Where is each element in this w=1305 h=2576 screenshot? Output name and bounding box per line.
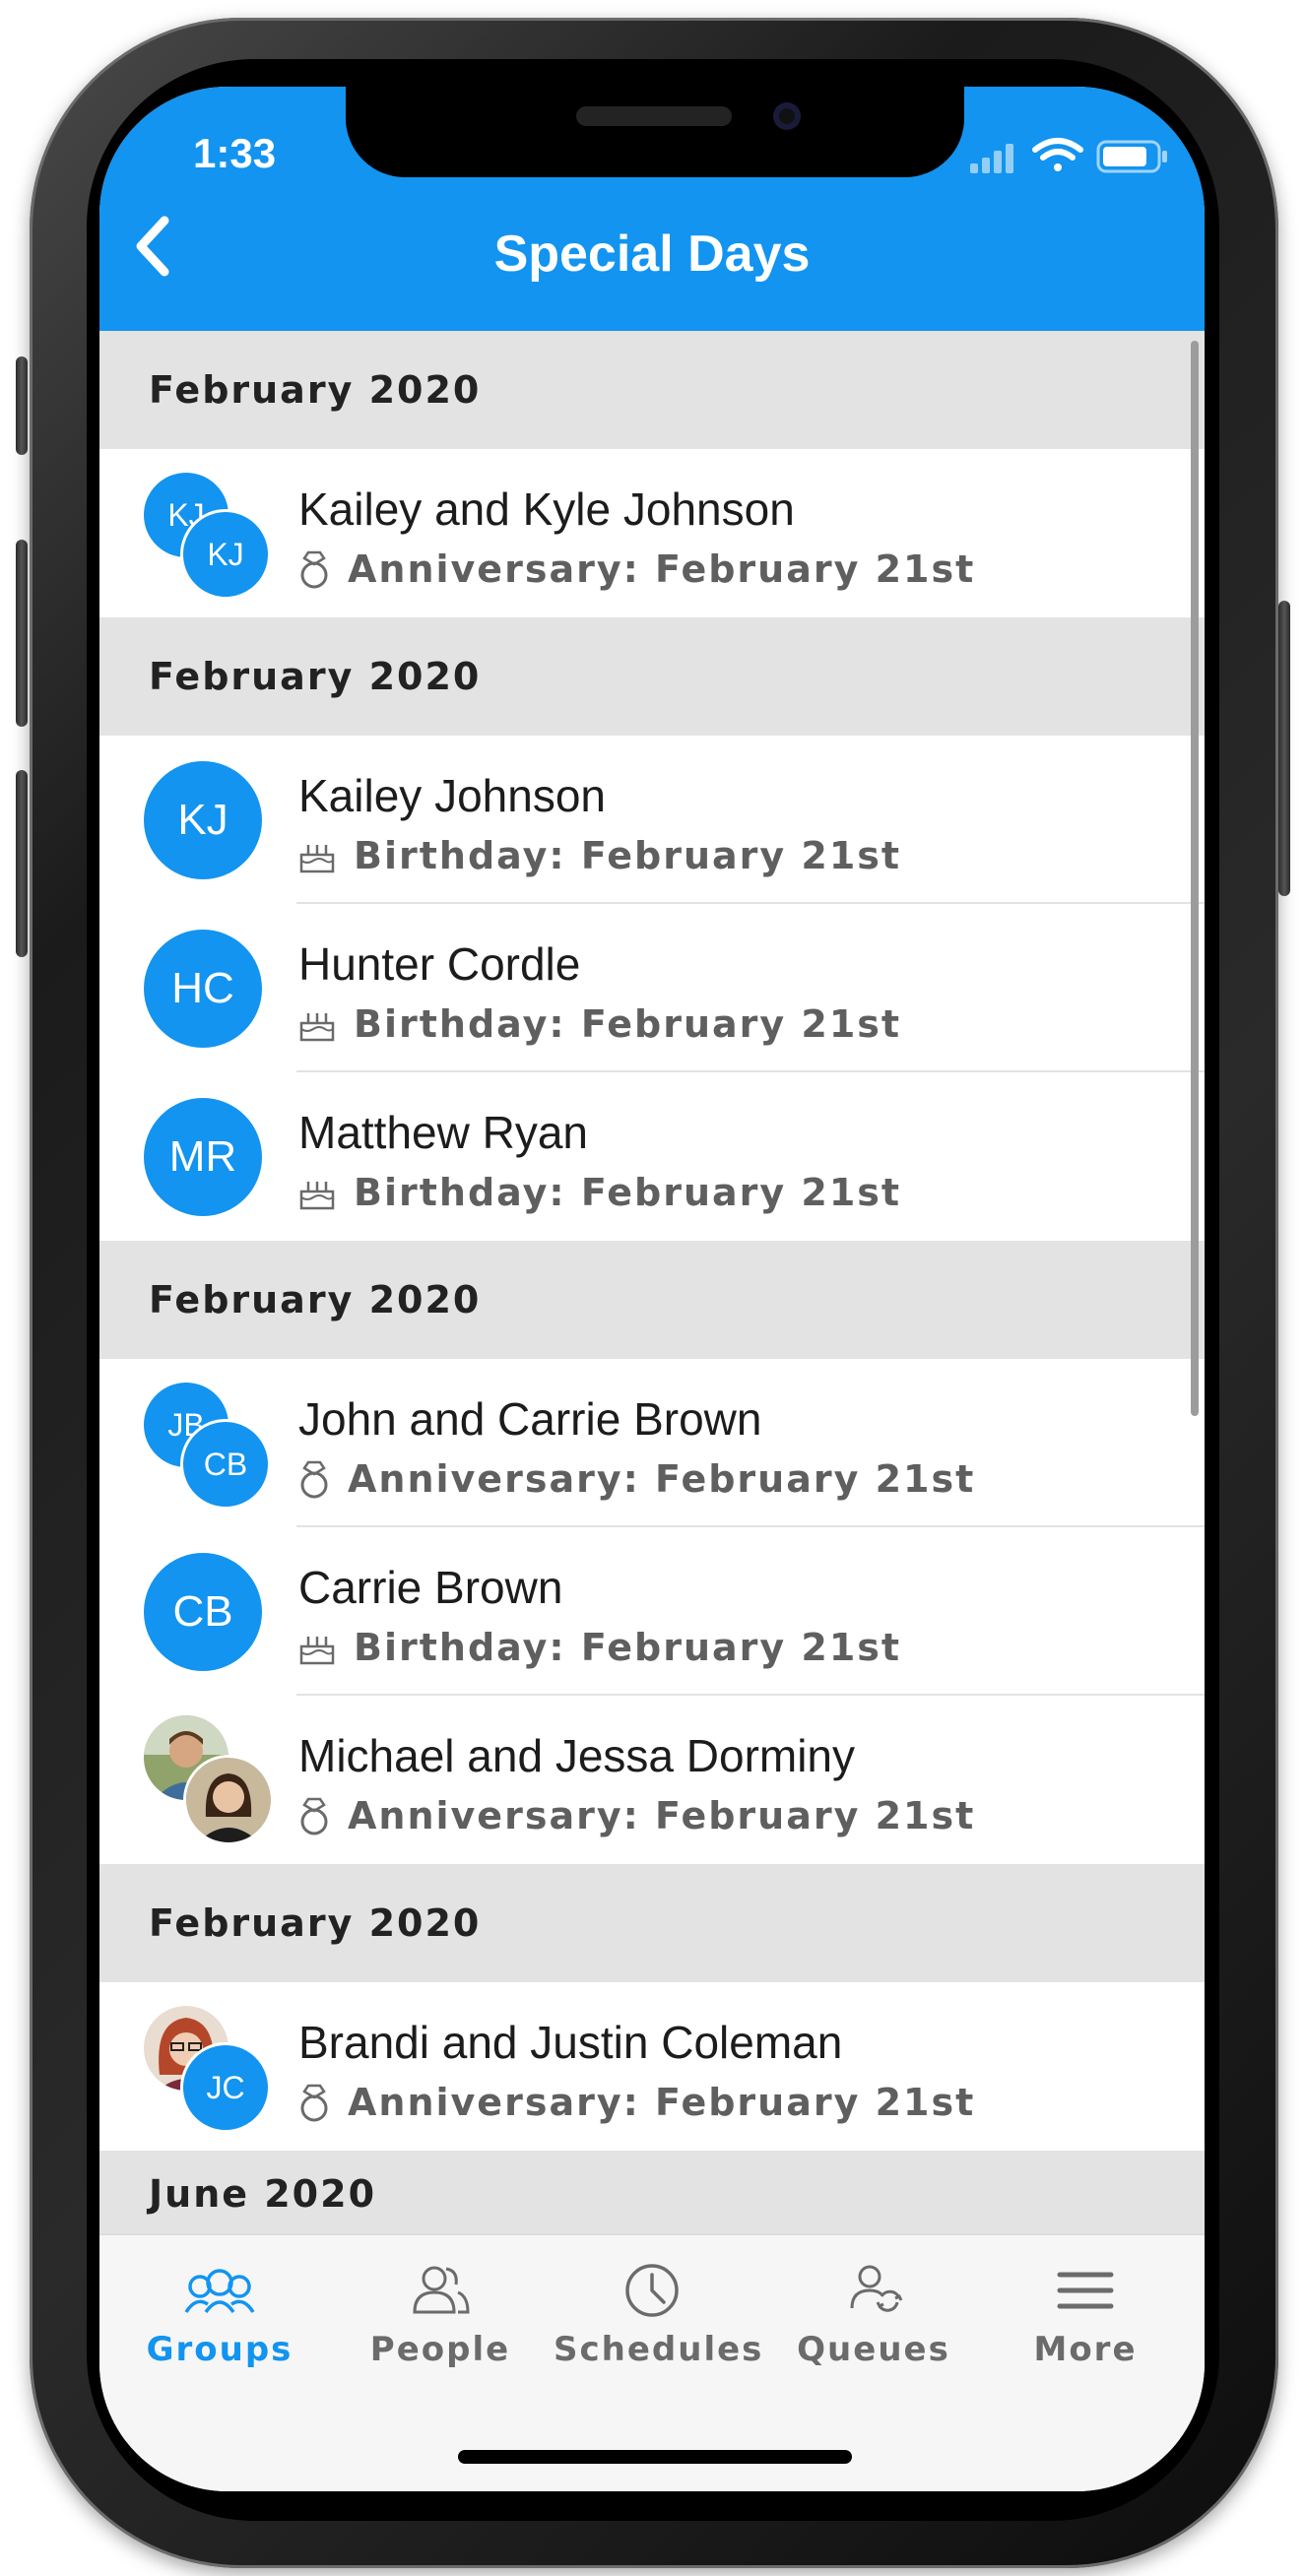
item-date: February 21st: [655, 1457, 976, 1501]
item-date: February 21st: [655, 547, 976, 591]
list-item[interactable]: CB Carrie Brown Birthday: February 21st: [99, 1527, 1205, 1696]
item-detail: Anniversary: February 21st: [298, 1457, 975, 1501]
item-kind-label: Anniversary:: [348, 1794, 640, 1837]
status-icons: [970, 138, 1167, 173]
item-detail: Birthday: February 21st: [298, 1626, 901, 1669]
item-kind-label: Birthday:: [354, 1002, 566, 1046]
item-kind-label: Anniversary:: [348, 1457, 640, 1501]
tab-label: Schedules: [554, 2330, 764, 2369]
item-kind-label: Birthday:: [354, 834, 566, 877]
status-time: 1:33: [193, 130, 277, 176]
section-header: February 2020: [99, 617, 1205, 736]
notch: [346, 87, 964, 177]
speaker-grille: [576, 106, 732, 126]
item-kind-label: Anniversary:: [348, 2081, 640, 2124]
item-name: Hunter Cordle: [298, 938, 581, 990]
item-kind-label: Anniversary:: [348, 547, 640, 591]
scrollbar[interactable]: [1191, 341, 1199, 1416]
front-camera: [773, 102, 801, 130]
avatar: KJ: [180, 509, 271, 600]
item-name: John and Carrie Brown: [298, 1393, 762, 1445]
section-header: June 2020: [99, 2151, 1205, 2233]
avatar-photo: [183, 1755, 274, 1845]
list-item[interactable]: KJ KJ Kailey and Kyle Johnson Anniversar…: [99, 449, 1205, 617]
special-days-list[interactable]: February 2020 KJ KJ Kailey and Kyle John…: [99, 331, 1205, 2233]
item-detail: Birthday: February 21st: [298, 834, 901, 877]
tab-queues[interactable]: Queues: [775, 2263, 972, 2369]
ring-icon: [300, 550, 328, 589]
clock-icon: [625, 2264, 679, 2317]
menu-icon: [1057, 2272, 1114, 2309]
tab-more[interactable]: More: [987, 2263, 1184, 2369]
cake-icon: [299, 1637, 335, 1665]
list-item[interactable]: JB CB John and Carrie Brown Anniversary:…: [99, 1359, 1205, 1527]
item-name: Carrie Brown: [298, 1562, 563, 1613]
avatar: CB: [144, 1553, 262, 1671]
item-name: Kailey Johnson: [298, 770, 606, 821]
avatar: HC: [144, 930, 262, 1048]
section-header: February 2020: [99, 1241, 1205, 1359]
list-item[interactable]: HC Hunter Cordle Birthday: February 21st: [99, 904, 1205, 1072]
cake-icon: [299, 845, 335, 873]
list-item[interactable]: KJ Kailey Johnson Birthday: February 21s…: [99, 736, 1205, 904]
tab-label: People: [369, 2330, 511, 2369]
item-kind-label: Birthday:: [354, 1171, 566, 1214]
queues-icon: [850, 2265, 903, 2312]
item-detail: Birthday: February 21st: [298, 1002, 901, 1046]
avatar: MR: [144, 1098, 262, 1216]
item-date: February 21st: [580, 1171, 902, 1214]
wifi-icon: [1032, 138, 1083, 171]
cake-icon: [299, 1182, 335, 1210]
item-detail: Anniversary: February 21st: [298, 2081, 975, 2124]
item-name: Michael and Jessa Dorminy: [298, 1730, 856, 1781]
item-date: February 21st: [580, 1002, 902, 1046]
list-item[interactable]: MR Matthew Ryan Birthday: February 21st: [99, 1072, 1205, 1241]
silent-switch: [16, 356, 28, 455]
item-name: Kailey and Kyle Johnson: [298, 483, 795, 535]
home-indicator[interactable]: [458, 2450, 852, 2464]
tab-label: Queues: [797, 2330, 950, 2369]
ring-icon: [300, 1460, 328, 1499]
list-item[interactable]: JC Brandi and Justin Coleman Anniversary…: [99, 1982, 1205, 2151]
battery-icon: [1096, 140, 1167, 173]
tab-label: Groups: [146, 2330, 294, 2369]
avatar: CB: [180, 1419, 271, 1510]
item-detail: Anniversary: February 21st: [298, 1794, 975, 1837]
item-kind-label: Birthday:: [354, 1626, 566, 1669]
section-header: February 2020: [99, 1864, 1205, 1982]
tab-groups[interactable]: Groups: [121, 2263, 318, 2369]
groups-icon: [184, 2269, 255, 2314]
page-title: Special Days: [493, 225, 811, 283]
signal-icon: [970, 144, 1013, 173]
ring-icon: [300, 1797, 328, 1835]
list-item[interactable]: Michael and Jessa Dorminy Anniversary: F…: [99, 1696, 1205, 1864]
item-date: February 21st: [655, 2081, 976, 2124]
avatar: KJ: [144, 761, 262, 879]
volume-up-button: [16, 540, 28, 727]
item-detail: Birthday: February 21st: [298, 1171, 901, 1214]
item-date: February 21st: [580, 1626, 902, 1669]
volume-down-button: [16, 770, 28, 957]
item-name: Brandi and Justin Coleman: [298, 2017, 843, 2068]
people-icon: [413, 2266, 470, 2314]
cake-icon: [299, 1013, 335, 1042]
item-name: Matthew Ryan: [298, 1107, 589, 1158]
screen: 1:33 Special Days February 2020 KJ KJ Ka…: [99, 87, 1205, 2491]
tab-label: More: [1033, 2330, 1138, 2369]
tab-schedules[interactable]: Schedules: [554, 2263, 764, 2369]
tab-people[interactable]: People: [342, 2263, 539, 2369]
section-header: February 2020: [99, 331, 1205, 449]
ring-icon: [300, 2084, 328, 2122]
item-detail: Anniversary: February 21st: [298, 547, 975, 591]
avatar: JC: [180, 2042, 271, 2133]
power-button: [1278, 601, 1290, 896]
item-date: February 21st: [580, 834, 902, 877]
nav-header: 1:33 Special Days: [99, 87, 1205, 331]
item-date: February 21st: [655, 1794, 976, 1837]
